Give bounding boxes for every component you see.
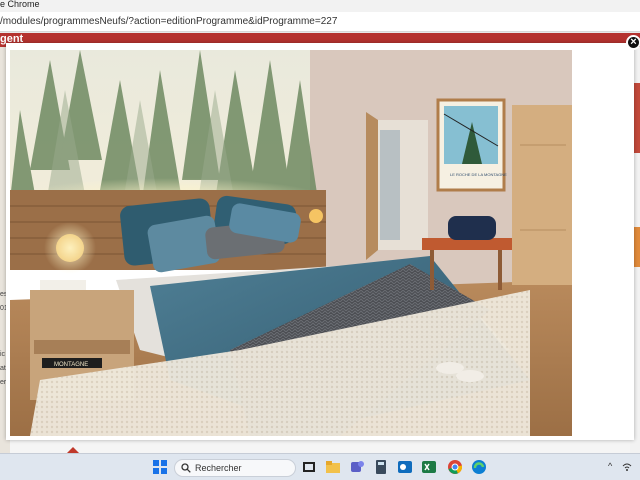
calculator-icon[interactable] (374, 460, 388, 474)
close-lightbox-button[interactable]: × (626, 35, 640, 50)
window-title: e Chrome (0, 0, 40, 9)
lightbox-image: MONTAGNE LE ROCHE DE LA MONTAGNE (10, 50, 572, 436)
address-bar[interactable]: /modules/programmesNeufs/?action=edition… (0, 12, 640, 32)
taskbar-search-box[interactable]: Rechercher (174, 459, 296, 477)
search-placeholder: Rechercher (195, 463, 242, 473)
search-icon (181, 463, 191, 473)
poster-caption: LE ROCHE DE LA MONTAGNE (450, 172, 507, 177)
excel-icon[interactable] (422, 460, 436, 474)
windows-start-icon[interactable] (153, 460, 167, 474)
tray-overflow-caret[interactable]: ^ (608, 461, 612, 471)
file-explorer-icon[interactable] (326, 460, 340, 474)
url-text[interactable]: /modules/programmesNeufs/?action=edition… (0, 16, 337, 27)
book-spine-text: MONTAGNE (54, 362, 88, 368)
task-view-icon[interactable] (302, 460, 316, 474)
outlook-icon[interactable] (398, 460, 412, 474)
bedroom-rendering: MONTAGNE LE ROCHE DE LA MONTAGNE (10, 50, 572, 436)
teams-icon[interactable] (350, 460, 364, 474)
edge-icon[interactable] (472, 460, 486, 474)
wifi-icon[interactable] (622, 462, 632, 472)
window-titlebar: e Chrome (0, 0, 640, 12)
windows-taskbar: Rechercher ^ (0, 453, 640, 480)
chrome-icon[interactable] (448, 460, 462, 474)
